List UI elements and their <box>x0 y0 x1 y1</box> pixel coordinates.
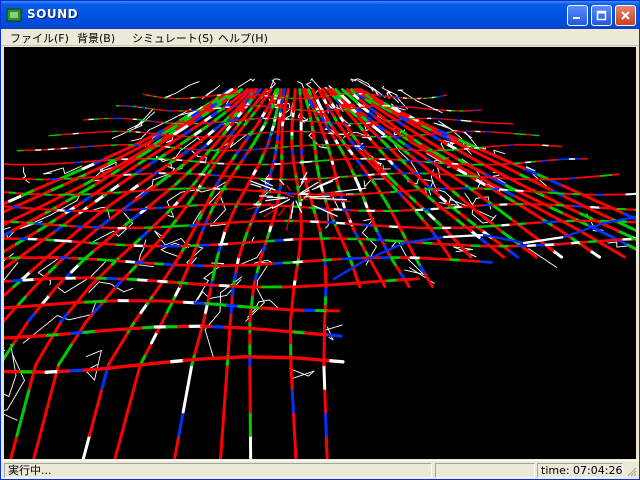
resize-grip-icon[interactable] <box>625 465 637 477</box>
minimize-icon <box>573 17 580 19</box>
menu-simulate[interactable]: シミュレート(S) <box>132 30 213 45</box>
road-network-render <box>4 78 636 459</box>
menu-help[interactable]: ヘルプ(H) <box>218 30 268 45</box>
maximize-icon <box>596 10 607 21</box>
app-icon <box>6 8 22 22</box>
close-button[interactable] <box>615 5 636 26</box>
status-message: 実行中... <box>4 463 432 478</box>
menu-background[interactable]: 背景(B) <box>77 30 115 45</box>
close-icon <box>621 11 630 20</box>
simulation-viewport[interactable] <box>4 47 636 459</box>
window-title: SOUND <box>27 7 79 21</box>
status-bar: 実行中... time: 07:04:26 <box>1 460 639 479</box>
status-time: time: 07:04:26 <box>537 463 623 478</box>
title-bar[interactable]: SOUND <box>1 1 639 29</box>
menu-bar: ファイル(F) 背景(B) シミュレート(S) ヘルプ(H) <box>1 29 639 46</box>
maximize-button[interactable] <box>591 5 612 26</box>
menu-file[interactable]: ファイル(F) <box>10 30 69 45</box>
minimize-button[interactable] <box>567 5 588 26</box>
app-window: SOUND ファイル(F) 背景(B) シミュレート(S) ヘルプ(H) 実行中… <box>0 0 640 480</box>
status-middle <box>435 463 535 478</box>
